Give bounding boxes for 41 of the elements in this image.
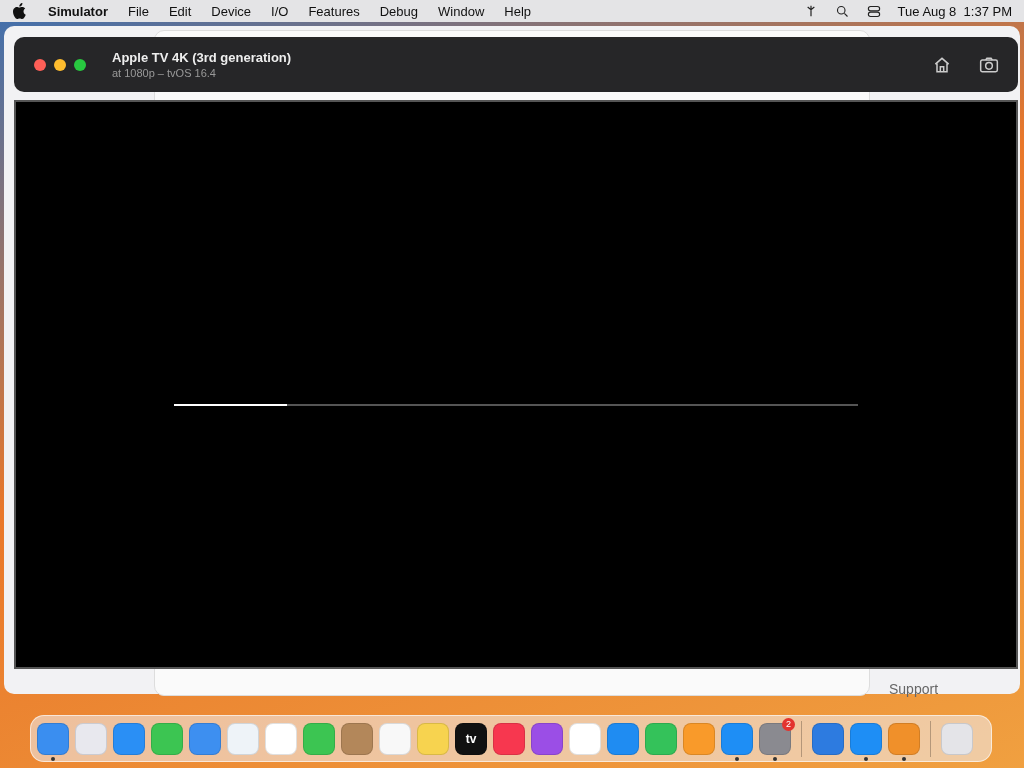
menu-item[interactable]: I/O <box>261 3 299 19</box>
app-icon[interactable] <box>265 722 297 755</box>
app-icon[interactable] <box>189 722 221 755</box>
support-link[interactable]: Support <box>889 681 939 697</box>
app-icon[interactable] <box>607 722 639 755</box>
notification-badge: 2 <box>782 717 795 731</box>
app-icon[interactable] <box>303 722 335 755</box>
app-icon[interactable] <box>759 722 791 755</box>
app-icon[interactable] <box>645 722 677 755</box>
menu-item[interactable]: File <box>117 3 159 19</box>
close-button[interactable] <box>34 58 46 71</box>
menu-item[interactable]: Device <box>201 3 262 19</box>
app-menu[interactable]: Simulator <box>38 3 118 19</box>
window-title: Apple TV 4K (3rd generation) <box>112 50 292 65</box>
app-icon[interactable] <box>850 722 882 755</box>
app-icon[interactable] <box>812 722 844 755</box>
app-icon[interactable] <box>569 722 601 755</box>
app-icon[interactable] <box>37 722 69 755</box>
app-icon[interactable] <box>113 722 145 755</box>
minimize-button[interactable] <box>54 58 66 71</box>
app-icon[interactable] <box>341 722 373 755</box>
app-icon[interactable] <box>888 722 920 755</box>
search-icon[interactable] <box>834 3 850 19</box>
menu-item[interactable]: Features <box>298 3 370 19</box>
zoom-button[interactable] <box>74 58 86 71</box>
app-icon[interactable] <box>721 722 753 755</box>
app-icon[interactable] <box>493 722 525 755</box>
window-subtitle: at 1080p – tvOS 16.4 <box>112 67 217 79</box>
menu-item[interactable]: Help <box>494 3 542 19</box>
apple-logo-icon[interactable] <box>12 3 26 19</box>
app-icon[interactable] <box>151 722 183 755</box>
clock: Tue Aug 8 1:37 PM <box>897 3 1012 19</box>
control-center-icon[interactable] <box>865 3 882 19</box>
app-icon[interactable] <box>683 722 715 755</box>
app-icon[interactable]: tv <box>455 722 487 755</box>
app-icon[interactable] <box>227 722 259 755</box>
app-icon[interactable] <box>379 722 411 755</box>
app-icon[interactable] <box>531 722 563 755</box>
menu-item[interactable]: Edit <box>158 3 202 19</box>
menu-item[interactable]: Debug <box>369 3 429 19</box>
menu-item[interactable]: Window <box>428 3 495 19</box>
